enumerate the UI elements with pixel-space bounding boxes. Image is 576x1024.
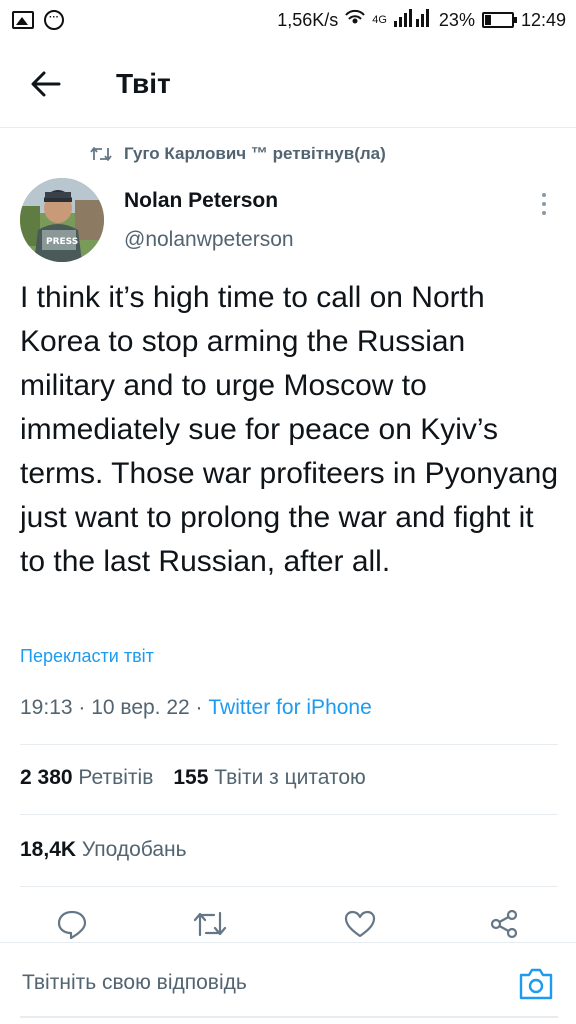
page-title: Твіт bbox=[116, 67, 171, 99]
reply-icon bbox=[57, 910, 87, 940]
retweets-label: Ретвітів bbox=[78, 766, 154, 789]
like-button[interactable] bbox=[340, 904, 380, 944]
network-type: 4G bbox=[372, 14, 387, 26]
reply-button[interactable] bbox=[52, 904, 92, 944]
network-speed: 1,56K/s bbox=[277, 9, 339, 30]
clock: 12:49 bbox=[520, 9, 566, 30]
divider bbox=[20, 814, 558, 815]
author-handle[interactable]: @nolanwpeterson bbox=[124, 228, 294, 252]
share-icon bbox=[490, 909, 518, 939]
status-right: 1,56K/s 4G 23% 12:49 bbox=[277, 8, 566, 32]
retweets-stat[interactable]: 2 380 Ретвітів bbox=[20, 766, 153, 790]
vest-label: PRESS bbox=[46, 237, 78, 247]
quotes-stat[interactable]: 155 Твіти з цитатою bbox=[173, 766, 365, 790]
reply-input[interactable]: Твітніть свою відповідь bbox=[22, 971, 247, 995]
retweet-button[interactable] bbox=[190, 904, 230, 944]
retweet-icon bbox=[90, 147, 112, 161]
bottom-line bbox=[20, 1016, 558, 1018]
more-vertical-icon[interactable] bbox=[534, 190, 554, 218]
app-header: Твіт bbox=[0, 40, 576, 128]
share-button[interactable] bbox=[484, 904, 524, 944]
battery-icon bbox=[481, 12, 517, 28]
likes-stat[interactable]: 18,4K Уподобань bbox=[20, 838, 187, 862]
back-arrow-icon bbox=[31, 71, 61, 96]
more-dots-icon: ··· bbox=[44, 10, 64, 30]
retweet-icon bbox=[193, 911, 227, 937]
like-icon bbox=[344, 910, 376, 938]
retweets-count: 2 380 bbox=[20, 766, 73, 789]
quotes-label: Твіти з цитатою bbox=[214, 766, 366, 789]
stats-row: 2 380 Ретвітів 155 Твіти з цитатою bbox=[20, 766, 366, 790]
battery-percent: 23% bbox=[438, 9, 475, 30]
battery-fill bbox=[484, 15, 492, 25]
avatar[interactable]: PRESS bbox=[20, 178, 104, 262]
author-name[interactable]: Nolan Peterson bbox=[124, 189, 278, 213]
retweet-label: Гуго Карлович ™ ретвітнув(ла) bbox=[124, 144, 386, 163]
signal-icon bbox=[393, 8, 432, 32]
camera-icon bbox=[519, 968, 553, 1000]
camera-button[interactable] bbox=[518, 967, 558, 1003]
translate-link[interactable]: Перекласти твіт bbox=[20, 646, 154, 667]
reply-bar: Твітніть свою відповідь bbox=[0, 942, 576, 1024]
tweet-meta: 19:13 · 10 вер. 22 · Twitter for iPhone bbox=[20, 696, 372, 720]
tweet-source[interactable]: Twitter for iPhone bbox=[208, 696, 371, 719]
likes-count: 18,4K bbox=[20, 838, 77, 861]
tweet-timestamp: 19:13 · 10 вер. 22 · bbox=[20, 696, 209, 719]
status-bar: ··· 1,56K/s 4G 23% 12:49 bbox=[0, 0, 576, 40]
tweet-text: I think it’s high time to call on North … bbox=[20, 281, 559, 578]
divider bbox=[20, 886, 558, 887]
status-left: ··· bbox=[12, 10, 64, 30]
back-button[interactable] bbox=[22, 60, 70, 108]
divider bbox=[20, 744, 558, 745]
image-icon bbox=[12, 11, 34, 29]
quotes-count: 155 bbox=[173, 766, 209, 789]
retweet-context[interactable]: Гуго Карлович ™ ретвітнув(ла) bbox=[90, 144, 386, 164]
likes-label: Уподобань bbox=[81, 838, 187, 861]
wifi-icon bbox=[345, 9, 365, 32]
